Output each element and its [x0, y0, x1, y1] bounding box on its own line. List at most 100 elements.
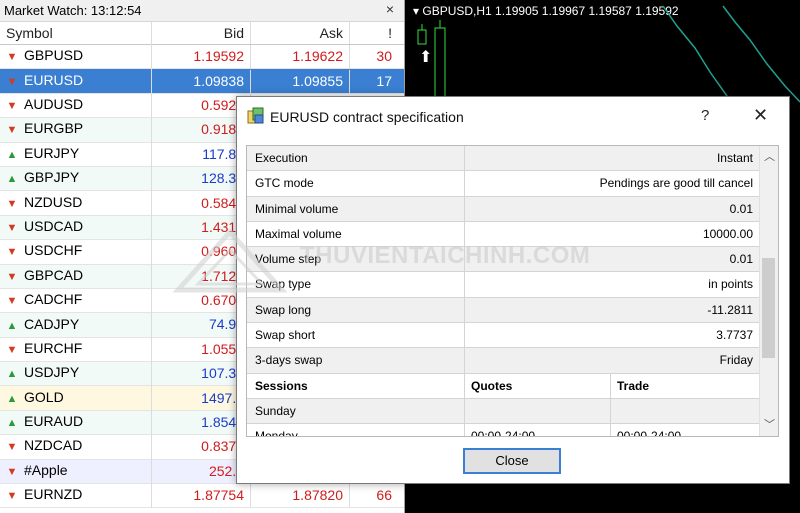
spec-value: in points — [708, 277, 753, 292]
ask-cell: 1.19622 — [251, 45, 350, 69]
symbol-name: CADJPY — [24, 315, 80, 332]
spec-value: Pendings are good till cancel — [599, 176, 753, 191]
close-icon[interactable]: ✕ — [753, 105, 768, 126]
dialog-titlebar: EURUSD contract specification ? ✕ — [237, 97, 789, 137]
sessions-header-row: Sessions Quotes Trade — [247, 373, 778, 399]
scrollbar-thumb[interactable] — [762, 258, 775, 358]
column-header-bid[interactable]: Bid — [152, 22, 251, 44]
candle — [434, 27, 446, 99]
symbol-cell: ▼ EURUSD — [0, 68, 152, 94]
chevron-up-icon[interactable]: ︿ — [764, 148, 775, 164]
ask-cell: 1.87820 — [251, 484, 350, 508]
column-header-symbol[interactable]: Symbol — [0, 22, 152, 44]
symbol-cell: ▼ USDCHF — [0, 239, 152, 265]
symbol-name: CADCHF — [24, 291, 83, 308]
spec-key: Swap type — [247, 272, 465, 297]
spec-key: GTC mode — [247, 171, 465, 196]
session-trade: 00:00-24:00 — [617, 429, 682, 437]
dialog-title: EURUSD contract specification — [270, 109, 464, 125]
help-icon[interactable]: ? — [701, 107, 709, 124]
spec-value: -11.2811 — [707, 302, 753, 317]
symbol-cell: ▼ AUDUSD — [0, 92, 152, 118]
spec-row: GTC mode Pendings are good till cancel — [247, 171, 778, 197]
symbol-name: #Apple — [24, 461, 68, 478]
symbol-cell: ▼ #Apple — [0, 458, 152, 484]
spec-row: 3-days swap Friday — [247, 348, 778, 374]
arrow-up-icon: ▲ — [6, 392, 18, 405]
arrow-down-icon: ▼ — [6, 441, 18, 454]
symbol-name: EURUSD — [24, 71, 84, 88]
bid-cell: 1.87754 — [152, 484, 251, 508]
arrow-down-icon: ▼ — [6, 124, 18, 137]
column-header-spread[interactable]: ! — [350, 22, 398, 44]
session-trade — [611, 399, 759, 423]
spec-key: Volume step — [247, 247, 465, 272]
market-watch-titlebar: Market Watch: 13:12:54 × — [0, 0, 404, 22]
chevron-down-icon[interactable]: ﹀ — [764, 416, 775, 432]
symbol-name: AUDUSD — [24, 95, 84, 112]
spec-key: Execution — [247, 146, 465, 171]
symbol-cell: ▼ USDCAD — [0, 214, 152, 240]
column-header-ask[interactable]: Ask — [251, 22, 350, 44]
symbol-name: EURAUD — [24, 413, 84, 430]
market-watch-header: Symbol Bid Ask ! — [0, 22, 404, 45]
market-watch-row[interactable]: ▼ EURNZD 1.87754 1.87820 66 — [0, 483, 404, 509]
symbol-cell: ▲ EURAUD — [0, 410, 152, 436]
symbol-name: NZDUSD — [24, 193, 83, 210]
symbol-name: EURNZD — [24, 486, 83, 503]
spec-key: Maximal volume — [247, 221, 465, 247]
symbol-name: USDCAD — [24, 217, 84, 234]
ask-cell: 1.09855 — [251, 69, 350, 93]
spec-key: 3-days swap — [247, 348, 465, 373]
spec-value: 0.01 — [729, 201, 753, 216]
spec-row: Swap short 3.7737 — [247, 323, 778, 349]
arrow-up-icon: ▲ — [6, 417, 18, 430]
session-quotes: 00:00-24:00 — [465, 424, 611, 436]
spec-row: Volume step 0.01 — [247, 247, 778, 273]
spec-value: Instant — [716, 151, 753, 165]
quotes-header: Quotes — [465, 373, 611, 398]
arrow-down-icon: ▼ — [6, 221, 18, 234]
specification-table: Execution Instant GTC mode Pendings are goo… — [246, 145, 779, 437]
vertical-scrollbar[interactable]: ︿ ﹀ — [759, 146, 778, 436]
session-row: Monday 00:00-24:00 00:00-24:00 — [247, 424, 778, 437]
symbol-name: EURJPY — [24, 144, 80, 161]
symbol-name: GBPUSD — [24, 47, 84, 64]
symbol-name: GBPCAD — [24, 266, 84, 283]
symbol-name: USDJPY — [24, 364, 80, 381]
spec-row: Swap type in points — [247, 272, 778, 298]
arrow-down-icon: ▼ — [6, 51, 18, 64]
arrow-down-icon: ▼ — [6, 295, 18, 308]
symbol-name: GBPJPY — [24, 169, 80, 186]
spec-row: Swap long -11.2811 — [247, 297, 778, 324]
spec-key: Swap long — [247, 297, 465, 323]
symbol-cell: ▼ GBPUSD — [0, 44, 152, 70]
close-button[interactable]: Close — [463, 448, 561, 474]
symbol-cell: ▼ CADCHF — [0, 288, 152, 314]
arrow-down-icon: ▼ — [6, 99, 18, 112]
arrow-up-icon: ▲ — [6, 148, 18, 161]
symbol-cell: ▼ EURNZD — [0, 483, 152, 509]
symbol-name: NZDCAD — [24, 437, 83, 454]
session-quotes — [465, 398, 611, 424]
symbol-cell: ▼ GBPCAD — [0, 263, 152, 289]
symbol-name: GOLD — [24, 388, 64, 405]
arrow-down-icon: ▼ — [6, 75, 18, 88]
contract-specification-dialog: EURUSD contract specification ? ✕ Execut… — [236, 96, 790, 484]
arrow-down-icon: ▼ — [6, 270, 18, 283]
spec-row: Execution Instant — [247, 146, 778, 172]
arrow-up-icon: ▲ — [6, 319, 18, 332]
spread-cell: 66 — [376, 487, 392, 504]
arrow-down-icon: ▼ — [6, 197, 18, 210]
session-day: Sunday — [247, 398, 465, 424]
symbol-cell: ▲ GOLD — [0, 385, 152, 411]
spec-value: 10000.00 — [702, 226, 753, 241]
market-watch-row[interactable]: ▼ EURUSD 1.09838 1.09855 17 — [0, 68, 404, 94]
sessions-header: Sessions — [247, 373, 465, 398]
arrow-down-icon: ▼ — [6, 465, 18, 478]
market-watch-row[interactable]: ▼ GBPUSD 1.19592 1.19622 30 — [0, 44, 404, 70]
symbol-name: USDCHF — [24, 242, 83, 259]
close-icon[interactable]: × — [386, 1, 394, 17]
market-watch-title: Market Watch: 13:12:54 — [4, 3, 142, 18]
session-day: Monday — [247, 424, 465, 436]
